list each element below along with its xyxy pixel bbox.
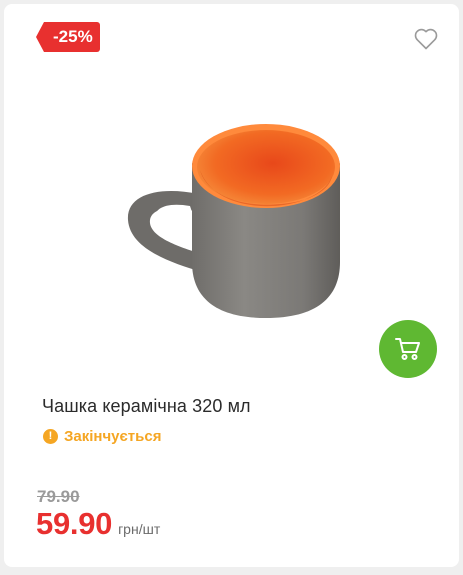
favorite-button[interactable] (414, 28, 438, 50)
exclamation-circle-icon: ! (43, 429, 58, 444)
add-to-cart-button[interactable] (379, 320, 437, 378)
discount-badge: -25% (36, 22, 100, 52)
current-price: 59.90 (36, 506, 113, 541)
product-image[interactable] (120, 112, 360, 332)
price-unit: грн/шт (118, 521, 161, 537)
heart-outline-icon (414, 28, 438, 50)
price-row: 59.90 грн/шт (36, 506, 160, 542)
stock-status-label: Закінчується (64, 428, 162, 445)
stock-status: ! Закінчується (43, 428, 161, 445)
old-price: 79.90 (37, 487, 80, 506)
product-title[interactable]: Чашка керамічна 320 мл (42, 396, 251, 417)
shopping-cart-icon (395, 338, 420, 360)
